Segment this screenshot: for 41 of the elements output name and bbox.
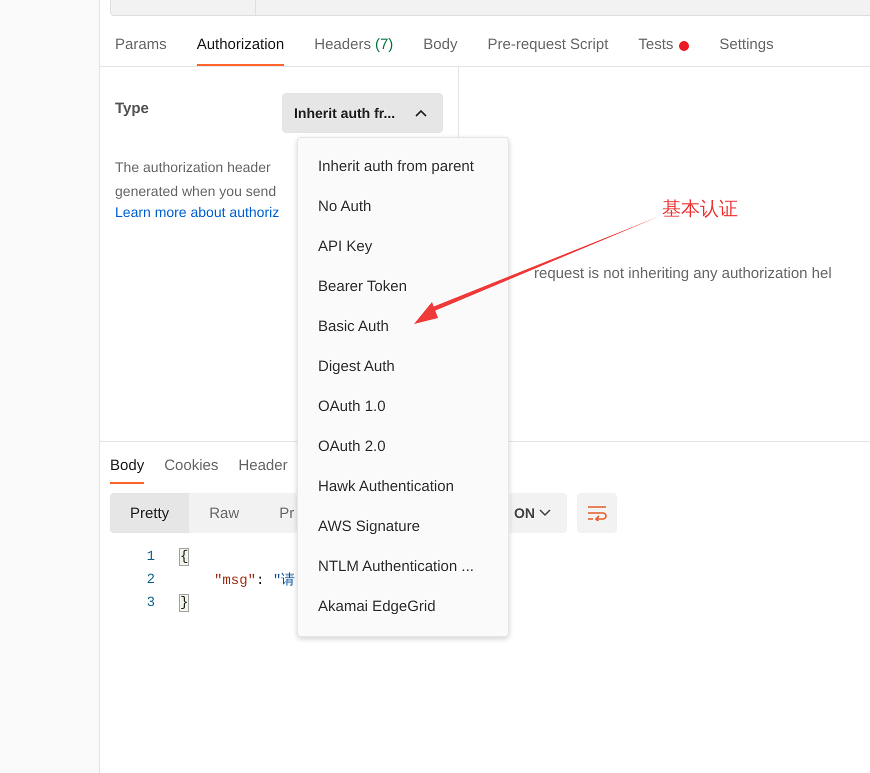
line-number: 2 [146,572,155,588]
menu-item[interactable]: NTLM Authentication ... [298,547,508,587]
menu-item[interactable]: Basic Auth [298,307,508,347]
auth-message: request is not inheriting any authorization hel [534,265,832,282]
menu-item[interactable]: Inherit auth from parent [298,147,508,187]
learn-more-link[interactable]: Learn more about authoriz [115,203,280,221]
request-tab[interactable]: Authorization [196,32,284,66]
view-mode-tab[interactable]: Raw [189,493,260,533]
response-tab[interactable]: Header [238,457,288,484]
request-tab[interactable]: Body [423,32,458,66]
response-tab[interactable]: Body [110,457,144,484]
request-tab[interactable]: Tests [638,32,690,66]
annotation-text: 基本认证 [662,197,738,222]
chevron-down-icon [539,509,551,517]
menu-item[interactable]: Bearer Token [298,267,508,307]
auth-type-dropdown[interactable]: Inherit auth fr... [282,93,443,133]
view-mode-tab[interactable]: Pr [259,493,297,533]
chevron-up-icon [415,109,427,117]
menu-item[interactable]: API Key [298,227,508,267]
code-line: "msg": "请 [213,572,296,588]
menu-item[interactable]: Digest Auth [298,347,508,387]
menu-item[interactable]: OAuth 2.0 [298,427,508,467]
type-label: Type [115,100,149,117]
description-text: The authorization header [115,158,271,177]
description-text: generated when you send [115,182,276,201]
menu-item[interactable]: Akamai EdgeGrid [298,587,508,627]
wrap-button[interactable] [577,493,617,533]
line-number: 1 [146,548,155,564]
request-tab[interactable]: Headers (7) [314,32,394,66]
menu-item[interactable]: AWS Signature [298,507,508,547]
request-tab[interactable]: Settings [719,32,774,66]
request-tab[interactable]: Params [115,32,167,66]
format-dropdown[interactable]: ON [510,493,567,533]
view-mode-tab[interactable]: Pretty [110,493,190,533]
menu-item[interactable]: OAuth 1.0 [298,387,508,427]
request-tab[interactable]: Pre-request Script [488,32,608,66]
menu-item[interactable]: Hawk Authentication [298,467,508,507]
wrap-icon [587,505,607,521]
line-number: 3 [146,594,155,610]
menu-item[interactable]: No Auth [298,187,508,227]
response-tab[interactable]: Cookies [164,457,218,484]
